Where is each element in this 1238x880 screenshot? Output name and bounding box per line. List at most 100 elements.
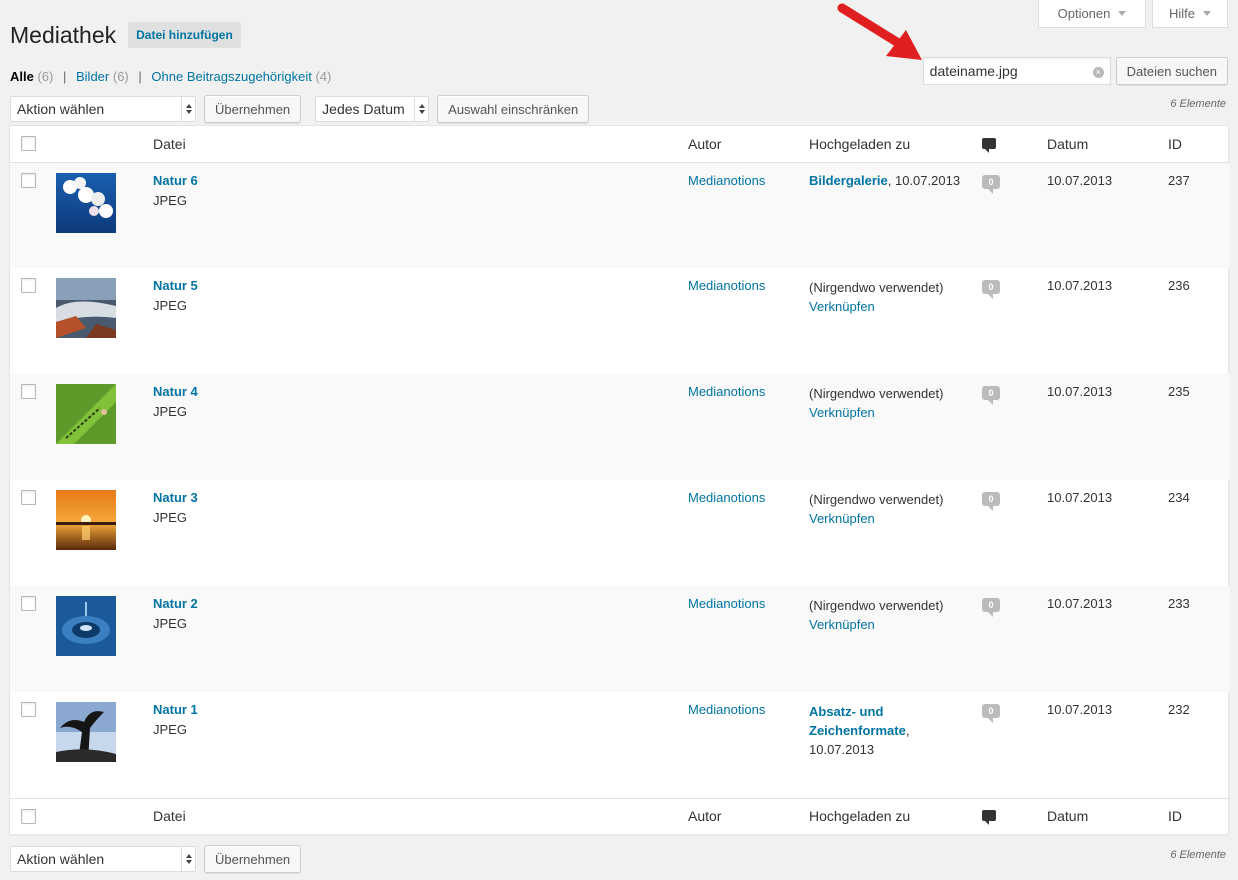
parent-date: , 10.07.2013 (887, 172, 961, 188)
file-title-link[interactable]: Natur 5 (153, 278, 688, 293)
comment-count-icon[interactable]: 0 (982, 598, 1000, 617)
thumbnail-cell (56, 268, 153, 374)
add-new-file-button[interactable]: Datei hinzufügen (128, 22, 241, 48)
file-title-link[interactable]: Natur 3 (153, 490, 688, 505)
row-checkbox[interactable] (21, 384, 36, 399)
column-footer-date[interactable]: Datum (1047, 797, 1168, 834)
view-images-link[interactable]: Bilder (76, 69, 109, 84)
attach-link[interactable]: Verknüpfen (809, 511, 982, 526)
select-all-checkbox[interactable] (21, 136, 36, 152)
bulk-action-select[interactable]: Aktion wählen (10, 96, 196, 122)
comment-count-icon[interactable]: 0 (982, 492, 1000, 511)
file-cell: Natur 3 JPEG (153, 480, 688, 586)
parent-post-link[interactable]: Absatz- und Zeichenformate (809, 704, 906, 738)
row-checkbox[interactable] (21, 702, 36, 717)
comment-count-icon[interactable]: 0 (982, 704, 1000, 723)
view-unattached-count: (4) (315, 69, 332, 84)
apply-bulk-button[interactable]: Übernehmen (204, 95, 302, 123)
comment-count-icon[interactable]: 0 (982, 174, 1000, 194)
row-checkbox[interactable] (21, 596, 36, 611)
select-all-checkbox[interactable] (21, 808, 36, 824)
table-row: Natur 1 JPEG Medianotions Absatz- und Ze… (10, 692, 1230, 798)
column-header-uploaded-to[interactable]: Hochgeladen zu (809, 126, 982, 163)
row-checkbox[interactable] (21, 172, 36, 188)
unattached-label: (Nirgendwo verwendet) (809, 386, 944, 401)
unattached-label: (Nirgendwo verwendet) (809, 598, 944, 613)
author-link[interactable]: Medianotions (688, 384, 765, 399)
column-header-file[interactable]: Datei (153, 126, 688, 163)
row-checkbox[interactable] (21, 278, 36, 293)
comments-cell: 0 (982, 162, 1047, 268)
id-cell: 236 (1168, 278, 1190, 293)
attach-link[interactable]: Verknüpfen (809, 617, 982, 632)
column-footer-uploaded-to[interactable]: Hochgeladen zu (809, 797, 982, 834)
view-unattached-link[interactable]: Ohne Beitragszugehörigkeit (151, 69, 311, 84)
column-header-date[interactable]: Datum (1047, 126, 1168, 163)
table-row: Natur 5 JPEG Medianotions (Nirgendwo ver… (10, 268, 1230, 374)
red-arrow-icon (837, 3, 922, 60)
uploaded-to-cell: (Nirgendwo verwendet) Verknüpfen (809, 586, 982, 692)
file-mime: JPEG (153, 298, 187, 313)
attach-link[interactable]: Verknüpfen (809, 405, 982, 420)
table-row: Natur 4 JPEG Medianotions (Nirgendwo ver… (10, 374, 1230, 480)
date-cell: 10.07.2013 (1047, 384, 1113, 399)
thumbnail-cell (56, 374, 153, 480)
thumbnail-image[interactable] (56, 172, 116, 233)
search-input[interactable]: dateiname.jpg × (922, 57, 1111, 85)
file-title-link[interactable]: Natur 1 (153, 702, 688, 717)
column-footer-file[interactable]: Datei (153, 797, 688, 834)
view-all-link[interactable]: Alle (10, 69, 34, 84)
id-cell: 234 (1168, 490, 1190, 505)
thumbnail-image[interactable] (56, 702, 116, 762)
select-arrows-icon (181, 847, 195, 871)
file-mime: JPEG (153, 722, 187, 737)
apply-bulk-button-bottom[interactable]: Übernehmen (204, 845, 302, 873)
select-arrows-icon (181, 97, 195, 121)
author-link[interactable]: Medianotions (688, 596, 765, 611)
search-input-value: dateiname.jpg (929, 63, 1018, 79)
file-title-link[interactable]: Natur 4 (153, 384, 688, 399)
author-link[interactable]: Medianotions (688, 702, 765, 717)
thumbnail-image[interactable] (56, 278, 116, 338)
date-filter-select[interactable]: Jedes Datum (315, 96, 430, 122)
file-cell: Natur 6 JPEG (153, 162, 688, 268)
thumbnail-image[interactable] (56, 384, 116, 444)
help-tab[interactable]: Hilfe (1152, 0, 1228, 28)
author-link[interactable]: Medianotions (688, 173, 765, 188)
file-title-link[interactable]: Natur 2 (153, 596, 688, 611)
comment-count-icon[interactable]: 0 (982, 280, 1000, 299)
select-arrows-icon (414, 97, 428, 121)
id-cell: 232 (1168, 702, 1190, 717)
media-list-table: Datei Autor Hochgeladen zu Datum ID Natu… (9, 125, 1230, 835)
caret-down-icon (1203, 11, 1211, 16)
column-header-comments[interactable] (982, 126, 1047, 163)
filter-submit-button[interactable]: Auswahl einschränken (437, 95, 590, 123)
attach-link[interactable]: Verknüpfen (809, 299, 982, 314)
column-footer-comments[interactable] (982, 797, 1047, 834)
row-checkbox-cell (10, 268, 56, 374)
screen-options-tab[interactable]: Optionen (1038, 0, 1146, 28)
thumbnail-image[interactable] (56, 490, 116, 550)
page-header: Mediathek Datei hinzufügen (10, 20, 241, 50)
view-all-count: (6) (37, 69, 54, 84)
author-cell: Medianotions (688, 374, 809, 480)
comment-count-icon[interactable]: 0 (982, 386, 1000, 405)
comments-cell: 0 (982, 268, 1047, 374)
author-cell: Medianotions (688, 268, 809, 374)
file-title-link[interactable]: Natur 6 (153, 173, 688, 188)
column-header-id[interactable]: ID (1168, 126, 1230, 163)
row-checkbox[interactable] (21, 490, 36, 505)
bulk-action-select-bottom[interactable]: Aktion wählen (10, 846, 196, 872)
separator: | (62, 69, 67, 84)
parent-post-link[interactable]: Bildergalerie (809, 173, 888, 188)
comments-cell: 0 (982, 374, 1047, 480)
author-link[interactable]: Medianotions (688, 490, 765, 505)
media-search-box: dateiname.jpg × Dateien suchen (922, 57, 1228, 85)
thumbnail-image[interactable] (56, 596, 116, 656)
column-footer-id[interactable]: ID (1168, 797, 1230, 834)
uploaded-to-cell: (Nirgendwo verwendet) Verknüpfen (809, 268, 982, 374)
author-link[interactable]: Medianotions (688, 278, 765, 293)
search-submit-button[interactable]: Dateien suchen (1115, 57, 1228, 85)
clear-search-icon[interactable]: × (1092, 67, 1104, 78)
thumb-column-header (56, 126, 153, 163)
